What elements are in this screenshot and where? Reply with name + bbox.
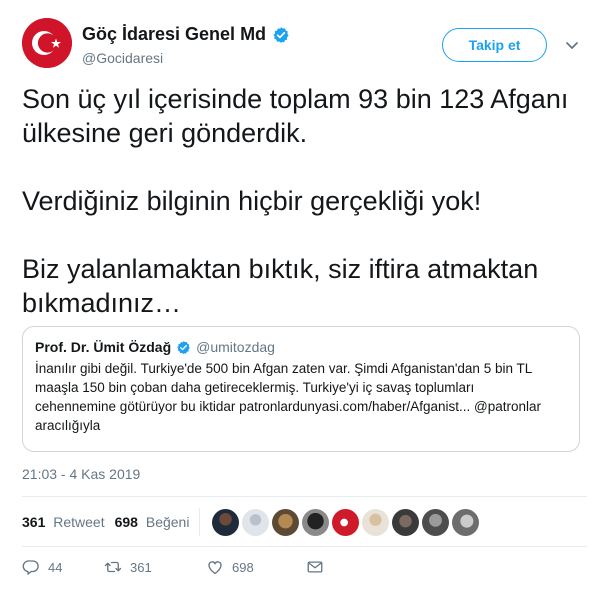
- avatar[interactable]: [212, 508, 240, 536]
- divider: [199, 508, 201, 536]
- like-stat[interactable]: 698 Beğeni: [115, 514, 190, 530]
- engagement-stats: 361 Retweet 698 Beğeni: [22, 506, 480, 538]
- avatar[interactable]: [392, 508, 420, 536]
- avatar[interactable]: [332, 508, 360, 536]
- retweet-stat-count: 361: [22, 514, 46, 530]
- tweet-text: Son üç yıl içerisinde toplam 93 bin 123 …: [22, 82, 592, 320]
- quoted-tweet-text: İnanılır gibi değil. Turkiye'de 500 bin …: [35, 359, 567, 435]
- like-stat-label: Beğeni: [145, 514, 190, 530]
- avatar[interactable]: [422, 508, 450, 536]
- display-name[interactable]: Göç İdaresi Genel Md: [82, 24, 266, 45]
- avatar[interactable]: [362, 508, 390, 536]
- tweet-actions: 44 361 698: [22, 558, 324, 576]
- quoted-text-line: aracılığıyla: [35, 418, 101, 433]
- quoted-tweet-card[interactable]: Prof. Dr. Ümit Özdağ @umitozdag İnanılır…: [22, 326, 580, 452]
- tweet-text-line: bıkmadınız…: [22, 288, 182, 318]
- liker-avatars: [212, 508, 480, 536]
- account-avatar[interactable]: [22, 18, 72, 68]
- retweet-stat[interactable]: 361 Retweet: [22, 514, 105, 530]
- tweet-text-line: Biz yalanlamaktan bıktık, siz iftira atm…: [22, 254, 539, 284]
- reply-count: 44: [48, 559, 63, 575]
- account-handle[interactable]: @Gocidaresi: [82, 50, 290, 66]
- avatar[interactable]: [272, 508, 300, 536]
- tweet-text-line: ülkesine geri gönderdik.: [22, 118, 308, 148]
- verified-badge-icon: [273, 26, 289, 43]
- like-count: 698: [232, 559, 254, 575]
- account-identity: Göç İdaresi Genel Md @Gocidaresi: [82, 24, 290, 66]
- tweet-timestamp[interactable]: 21:03 - 4 Kas 2019: [22, 466, 140, 482]
- retweet-button[interactable]: 361: [104, 558, 206, 576]
- avatar[interactable]: [242, 508, 270, 536]
- verified-badge-icon: [177, 340, 190, 354]
- quoted-tweet-header: Prof. Dr. Ümit Özdağ @umitozdag: [35, 339, 567, 355]
- divider: [22, 496, 587, 497]
- crescent-star-logo-icon: [22, 18, 72, 68]
- tweet-text-line: Verdiğiniz bilginin hiçbir gerçekliği yo…: [22, 186, 482, 216]
- tweet-text-line: Son üç yıl içerisinde toplam 93 bin 123 …: [22, 84, 569, 114]
- like-stat-count: 698: [114, 514, 138, 530]
- avatar[interactable]: [452, 508, 480, 536]
- quoted-text-line: cehennemine götürüyor bu iktidar patronl…: [35, 399, 541, 414]
- like-button[interactable]: 698: [206, 558, 306, 576]
- quoted-text-line: İnanılır gibi değil. Turkiye'de 500 bin …: [35, 361, 533, 376]
- retweet-icon: [104, 561, 122, 573]
- reply-button[interactable]: 44: [22, 558, 104, 576]
- display-name-row[interactable]: Göç İdaresi Genel Md: [82, 24, 290, 45]
- divider: [22, 546, 587, 547]
- retweet-stat-label: Retweet: [53, 514, 105, 530]
- tweet-header: Göç İdaresi Genel Md @Gocidaresi Takip e…: [22, 18, 587, 70]
- quoted-text-line: maaşla 150 bin çoban daha getireceklermi…: [35, 380, 475, 395]
- quoted-author-name: Prof. Dr. Ümit Özdağ: [35, 339, 172, 355]
- follow-button[interactable]: Takip et: [442, 28, 547, 62]
- heart-icon: [208, 561, 222, 575]
- retweet-count: 361: [130, 559, 152, 575]
- reply-icon: [22, 560, 39, 575]
- quoted-author-handle: @umitozdag: [196, 339, 275, 355]
- avatar[interactable]: [302, 508, 330, 536]
- chevron-down-icon[interactable]: [563, 36, 581, 54]
- direct-message-icon: [307, 561, 323, 573]
- direct-message-button[interactable]: [306, 558, 324, 576]
